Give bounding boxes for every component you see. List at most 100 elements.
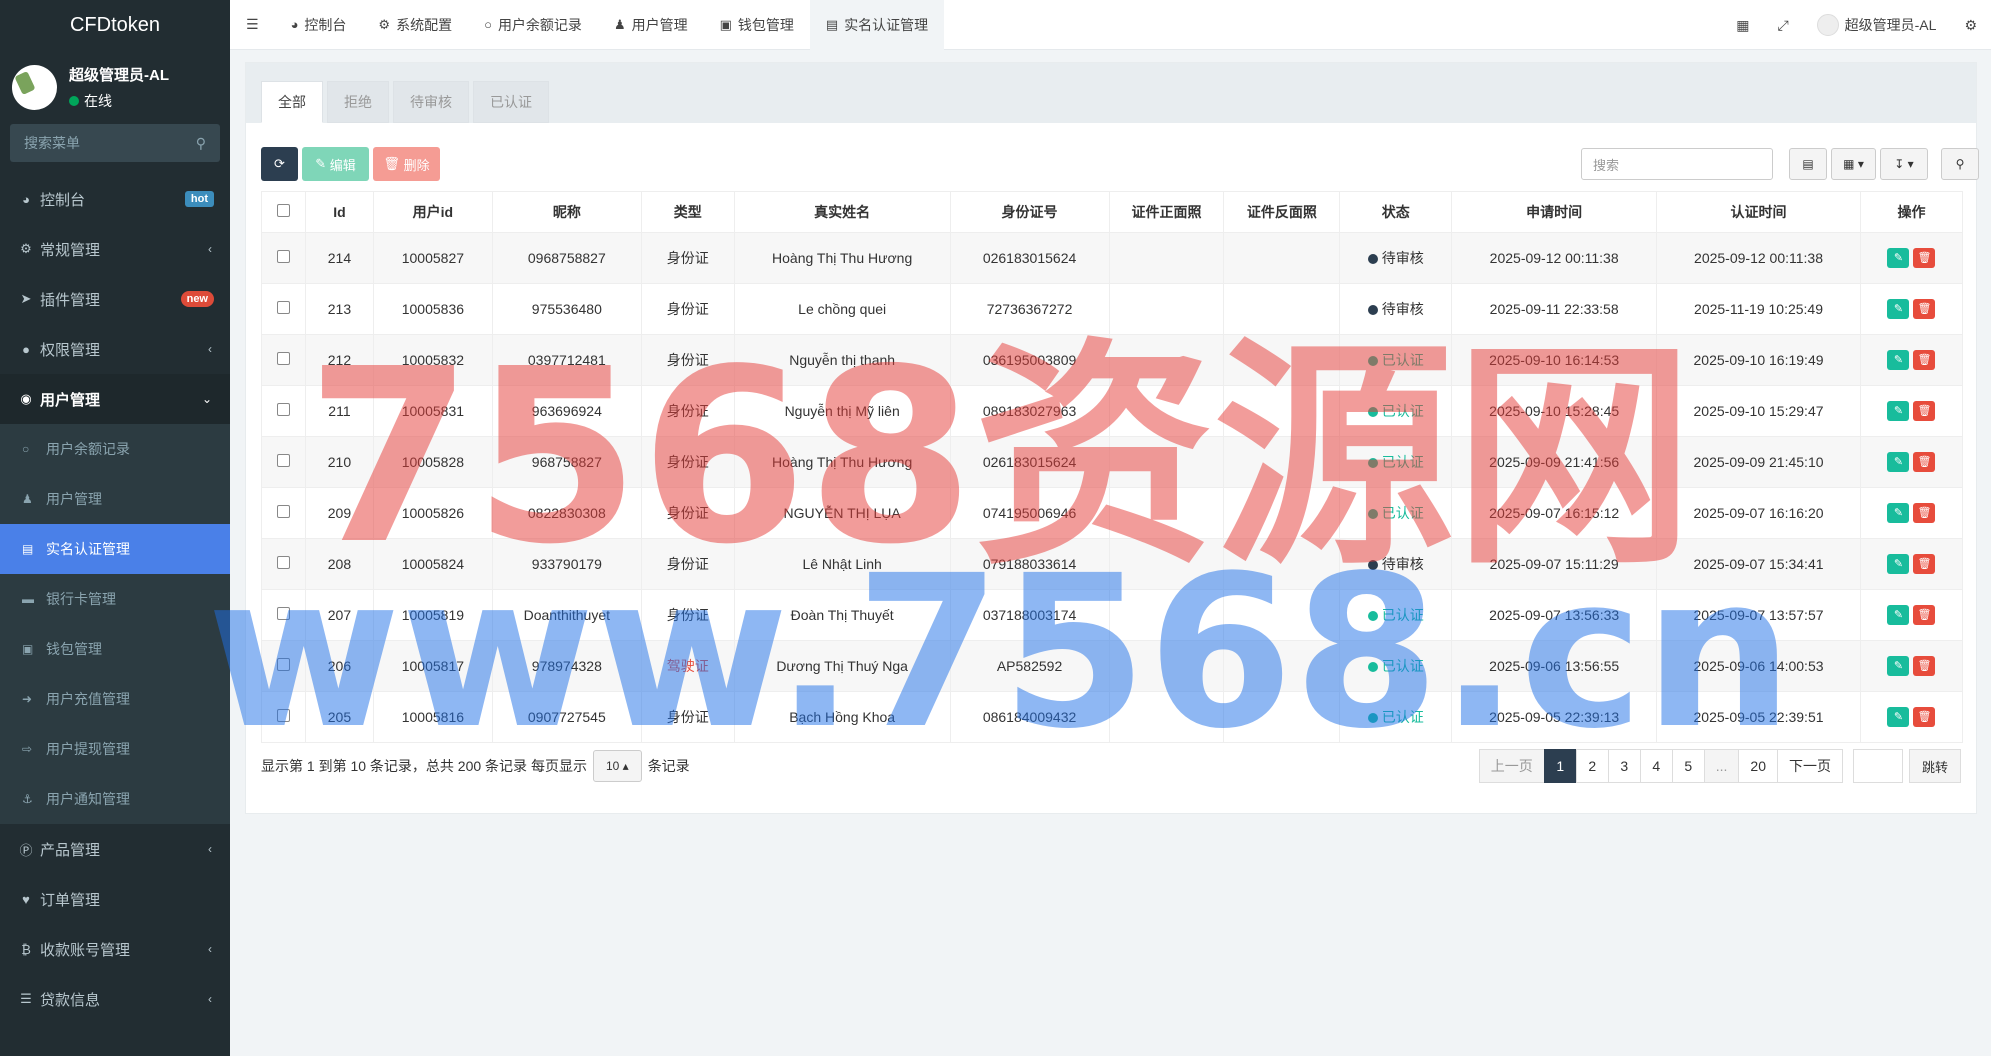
row-select-cell[interactable] <box>261 589 306 641</box>
sidebar-subitem-user-manage[interactable]: ♟ 用户管理 <box>0 474 230 524</box>
table-row[interactable]: 207 10005819 Doanthithuyet 身份证 Đoàn Thị Thuy… <box>261 589 1964 641</box>
table-row[interactable]: 206 10005817 978974328 驾驶证 Dương Thị Thuý Ng… <box>261 640 1964 692</box>
col-uid[interactable]: 用户id <box>372 191 493 233</box>
sidebar-subitem-withdraw[interactable]: ⇨ 用户提现管理 <box>0 724 230 774</box>
col-nick[interactable]: 昵称 <box>491 191 642 233</box>
row-select-cell[interactable] <box>261 436 306 488</box>
delete-button[interactable]: 🗑 删除 <box>373 147 440 181</box>
settings-gear-icon[interactable]: ⚙ <box>1950 17 1991 34</box>
language-icon[interactable]: ▦ <box>1722 17 1763 34</box>
advanced-search-button[interactable]: ⚲ <box>1941 148 1979 180</box>
row-select-cell[interactable] <box>261 538 306 590</box>
table-row[interactable]: 211 10005831 963696924 身份证 Nguyễn thị Mỹ liê… <box>261 385 1964 437</box>
table-row[interactable]: 213 10005836 975536480 身份证 Le chồng quei 7273… <box>261 283 1964 335</box>
row-checkbox[interactable] <box>276 301 290 314</box>
table-row[interactable]: 212 10005832 0397712481 身份证 Nguyễn thị thanh… <box>261 334 1964 386</box>
filter-tab-all[interactable]: 全部 <box>261 81 323 123</box>
row-checkbox[interactable] <box>276 505 290 518</box>
admin-menu[interactable]: 超级管理员-AL <box>1803 14 1951 36</box>
prev-page-button[interactable]: 上一页 <box>1478 749 1545 783</box>
row-select-cell[interactable] <box>261 385 306 437</box>
row-select-cell[interactable] <box>261 232 306 284</box>
sidebar-subitem-notify[interactable]: ⚓ 用户通知管理 <box>0 774 230 824</box>
tab-realname[interactable]: ▤ 实名认证管理 <box>809 0 945 50</box>
page-size-select[interactable]: 10 ▴ <box>592 750 642 782</box>
sidebar-item-plugins[interactable]: ➤ 插件管理 new <box>0 274 230 324</box>
row-edit-button[interactable]: ✎ <box>1887 248 1910 268</box>
col-back-photo[interactable]: 证件反面照 <box>1223 191 1341 233</box>
app-logo[interactable]: CFDtoken <box>0 0 230 50</box>
row-delete-button[interactable]: 🗑 <box>1913 503 1936 523</box>
row-edit-button[interactable]: ✎ <box>1887 605 1910 625</box>
sidebar-subitem-bankcard[interactable]: ▬ 银行卡管理 <box>0 574 230 624</box>
jump-page-input[interactable] <box>1852 749 1903 783</box>
tab-wallet[interactable]: ▣ 钱包管理 <box>704 0 810 50</box>
row-edit-button[interactable]: ✎ <box>1887 350 1910 370</box>
table-row[interactable]: 214 10005827 0968758827 身份证 Hoàng Thị Thu Hư… <box>261 232 1964 284</box>
row-edit-button[interactable]: ✎ <box>1887 452 1910 472</box>
sidebar-item-loans[interactable]: ☰ 贷款信息 ‹ <box>0 974 230 1024</box>
row-delete-button[interactable]: 🗑 <box>1913 299 1936 319</box>
page-button[interactable]: 2 <box>1575 749 1609 783</box>
select-all-checkbox[interactable] <box>276 204 290 217</box>
col-idno[interactable]: 身份证号 <box>949 191 1110 233</box>
row-edit-button[interactable]: ✎ <box>1887 656 1910 676</box>
col-name[interactable]: 真实姓名 <box>733 191 951 233</box>
col-apply-time[interactable]: 申请时间 <box>1451 191 1658 233</box>
row-edit-button[interactable]: ✎ <box>1887 554 1910 574</box>
col-verify-time[interactable]: 认证时间 <box>1656 191 1861 233</box>
row-checkbox[interactable] <box>276 709 290 722</box>
select-all-cell[interactable] <box>261 191 306 233</box>
table-row[interactable]: 205 10005816 0907727545 身份证 Bạch Hồng Khoa 08… <box>261 691 1964 743</box>
table-row[interactable]: 208 10005824 933790179 身份证 Lê Nhật Linh 07918… <box>261 538 1964 590</box>
col-status[interactable]: 状态 <box>1339 191 1453 233</box>
row-checkbox[interactable] <box>276 556 290 569</box>
sidebar-subitem-realname[interactable]: ▤ 实名认证管理 <box>0 524 230 574</box>
sidebar-item-products[interactable]: Ⓟ 产品管理 ‹ <box>0 824 230 874</box>
page-button[interactable]: 1 <box>1543 749 1577 783</box>
row-select-cell[interactable] <box>261 691 306 743</box>
row-delete-button[interactable]: 🗑 <box>1913 452 1936 472</box>
sidebar-item-users[interactable]: ◉ 用户管理 ⌄ <box>0 374 230 424</box>
sidebar-subitem-wallet[interactable]: ▣ 钱包管理 <box>0 624 230 674</box>
toggle-view-button[interactable]: ▤ <box>1789 148 1827 180</box>
row-delete-button[interactable]: 🗑 <box>1913 707 1936 727</box>
columns-button[interactable]: ▦ ▾ <box>1831 148 1876 180</box>
row-checkbox[interactable] <box>276 658 290 671</box>
sidebar-toggle-button[interactable]: ☰ <box>230 0 275 50</box>
next-page-button[interactable]: 下一页 <box>1776 749 1843 783</box>
page-button[interactable]: 20 <box>1738 749 1778 783</box>
row-checkbox[interactable] <box>276 352 290 365</box>
sidebar-item-general[interactable]: ⚙ 常规管理 ‹ <box>0 224 230 274</box>
row-select-cell[interactable] <box>261 640 306 692</box>
sidebar-subitem-balance-log[interactable]: ○ 用户余额记录 <box>0 424 230 474</box>
table-row[interactable]: 210 10005828 968758827 身份证 Hoàng Thị Thu Hươ… <box>261 436 1964 488</box>
refresh-button[interactable]: ⟳ <box>261 147 298 181</box>
col-id[interactable]: Id <box>304 191 374 233</box>
row-edit-button[interactable]: ✎ <box>1887 503 1910 523</box>
tab-system-config[interactable]: ⚙ 系统配置 <box>362 0 468 50</box>
sidebar-item-auth[interactable]: ● 权限管理 ‹ <box>0 324 230 374</box>
row-select-cell[interactable] <box>261 334 306 386</box>
fullscreen-icon[interactable]: ⤢ <box>1763 17 1802 34</box>
sidebar-item-dashboard[interactable]: ◕ 控制台 hot <box>0 174 230 224</box>
page-button[interactable]: 4 <box>1639 749 1673 783</box>
edit-button[interactable]: ✎ 编辑 <box>302 147 369 181</box>
tab-balance-log[interactable]: ○ 用户余额记录 <box>468 0 598 50</box>
page-button[interactable]: 3 <box>1607 749 1641 783</box>
sidebar-item-orders[interactable]: ♥ 订单管理 <box>0 874 230 924</box>
row-edit-button[interactable]: ✎ <box>1887 401 1910 421</box>
table-row[interactable]: 209 10005826 0822830308 身份证 NGUYỄN THỊ LỤA 07… <box>261 487 1964 539</box>
row-delete-button[interactable]: 🗑 <box>1913 350 1936 370</box>
sidebar-item-accounts[interactable]: ₿ 收款账号管理 ‹ <box>0 924 230 974</box>
row-delete-button[interactable]: 🗑 <box>1913 401 1936 421</box>
row-delete-button[interactable]: 🗑 <box>1913 248 1936 268</box>
row-select-cell[interactable] <box>261 283 306 335</box>
row-checkbox[interactable] <box>276 454 290 467</box>
row-select-cell[interactable] <box>261 487 306 539</box>
row-checkbox[interactable] <box>276 607 290 620</box>
sidebar-search-input[interactable]: 搜索菜单 ⚲ <box>10 124 220 162</box>
tab-dashboard[interactable]: ◕ 控制台 <box>275 0 363 50</box>
export-button[interactable]: ↧ ▾ <box>1880 148 1928 180</box>
row-delete-button[interactable]: 🗑 <box>1913 656 1936 676</box>
